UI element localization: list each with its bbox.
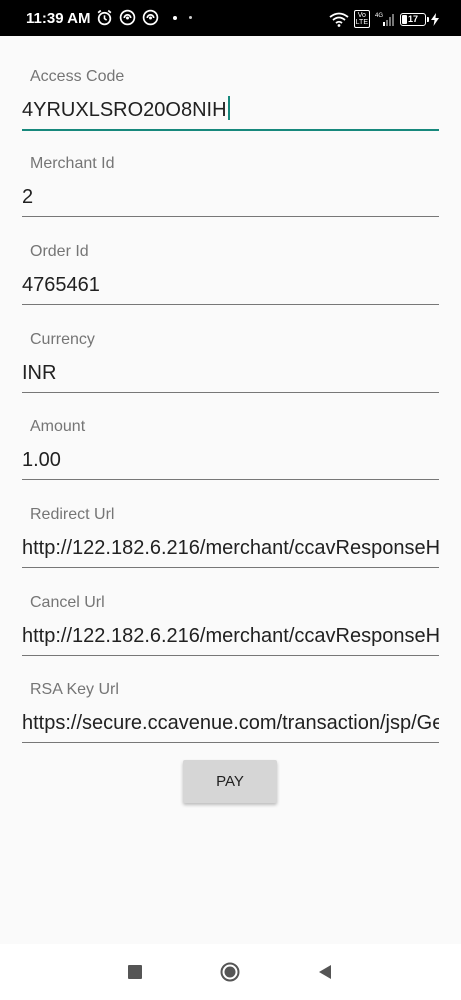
field-underline	[22, 742, 439, 743]
alarm-icon	[97, 9, 112, 26]
charging-icon	[431, 12, 439, 26]
field-underline	[22, 216, 439, 217]
currency-label: Currency	[30, 331, 95, 348]
field-underline	[22, 479, 439, 480]
currency-input[interactable]: INR	[22, 359, 439, 391]
cancel-url-input[interactable]: http://122.182.6.216/merchant/ccavRespon…	[22, 622, 439, 654]
amount-label: Amount	[30, 418, 86, 435]
home-circle-icon[interactable]	[220, 962, 240, 982]
field-underline	[22, 129, 439, 131]
status-time: 11:39 AM	[26, 10, 91, 27]
more-notifications-dot-icon	[189, 16, 192, 19]
rsa-key-url-input[interactable]: https://secure.ccavenue.com/transaction/…	[22, 709, 439, 741]
merchant-id-label: Merchant Id	[30, 155, 115, 172]
svg-text:4G: 4G	[375, 13, 383, 19]
field-underline	[22, 392, 439, 393]
pay-button[interactable]: PAY	[183, 760, 277, 803]
cancel-url-label: Cancel Url	[30, 594, 105, 611]
wifi-icon	[329, 12, 349, 27]
volte-icon: Vo LTE	[353, 10, 370, 28]
back-triangle-icon[interactable]	[317, 964, 333, 980]
app-notification-icon	[119, 9, 136, 26]
order-id-input[interactable]: 4765461	[22, 271, 439, 303]
redirect-url-input[interactable]: http://122.182.6.216/merchant/ccavRespon…	[22, 534, 439, 566]
order-id-label: Order Id	[30, 243, 89, 260]
navigation-bar	[0, 944, 461, 1000]
status-notification-icons	[96, 9, 192, 26]
rsa-key-url-label: RSA Key Url	[30, 681, 119, 698]
access-code-label: Access Code	[30, 68, 125, 85]
field-underline	[22, 567, 439, 568]
app-notification-icon	[142, 9, 159, 26]
status-system-icons: Vo LTE 4G 17	[329, 10, 439, 28]
battery-icon: 17	[400, 12, 429, 26]
signal-icon: 4G	[375, 13, 394, 26]
merchant-id-input[interactable]: 2	[22, 183, 439, 215]
status-bar: 11:39 AM Vo LTE 4G 17	[0, 0, 461, 36]
recents-square-icon[interactable]	[128, 965, 142, 979]
field-underline	[22, 655, 439, 656]
amount-input[interactable]: 1.00	[22, 446, 439, 478]
access-code-input[interactable]: 4YRUXLSRO20O8NIH	[22, 96, 439, 128]
text-cursor	[227, 96, 230, 120]
more-notifications-dot-icon	[173, 15, 177, 20]
redirect-url-label: Redirect Url	[30, 506, 115, 523]
battery-level: 17	[407, 13, 418, 24]
field-underline	[22, 304, 439, 305]
